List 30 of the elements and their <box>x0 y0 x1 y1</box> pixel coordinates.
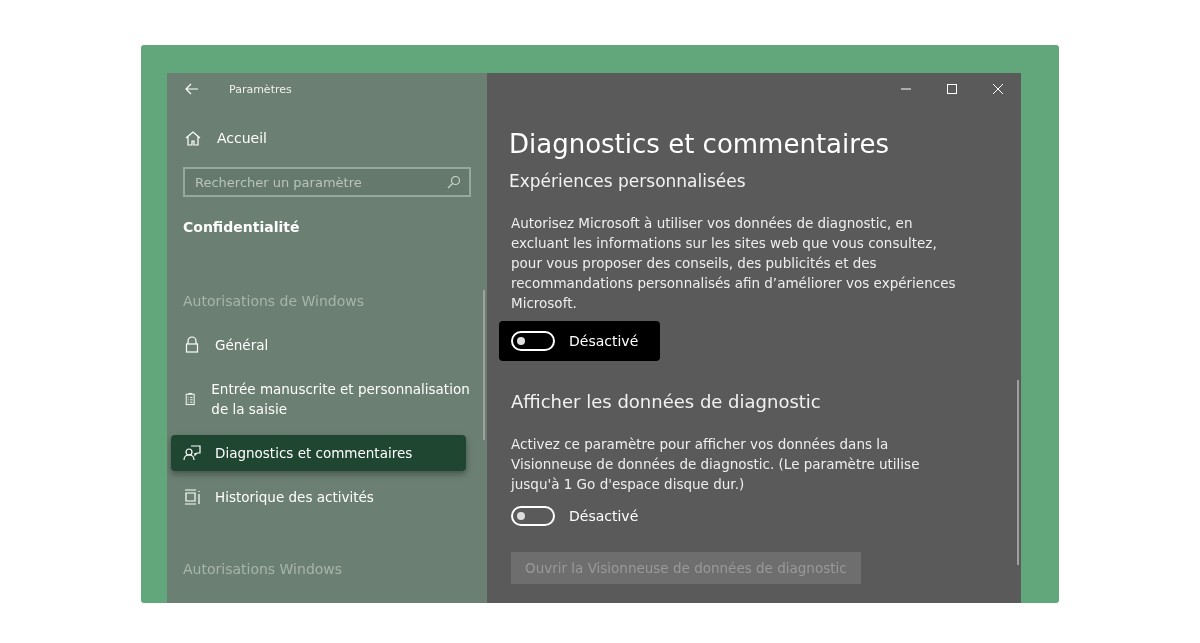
section-heading: Expériences personnalisées <box>509 171 747 191</box>
nav-item[interactable]: Diagnostics et commentaires <box>171 435 466 471</box>
nav-item[interactable]: Entrée manuscrite et personnalisation de la saisie <box>171 371 487 427</box>
maximize-icon[interactable] <box>946 83 958 95</box>
clipboard-icon <box>183 390 198 408</box>
home-link[interactable]: Accueil <box>185 130 267 146</box>
home-icon <box>185 130 201 146</box>
toggle-switch[interactable] <box>511 331 555 351</box>
section-heading: Autorisations de Windows <box>183 293 366 309</box>
timeline-icon <box>183 488 201 506</box>
scrollbar[interactable] <box>1017 380 1019 565</box>
scrollbar[interactable] <box>483 290 485 440</box>
search-icon <box>447 175 461 189</box>
toggle-label: Désactivé <box>569 508 639 524</box>
section-heading: Autorisations Windows <box>183 561 344 577</box>
lock-icon <box>183 336 201 354</box>
description-text: Autorisez Microsoft à utiliser vos données de diagnostic, en excluant les informations sur les sites web que vous consultez, pour vous proposer des conseils, des publicités et des recommandations personnalisés afin d’améliorer vos expériences Microsoft. <box>511 214 957 313</box>
toggle-label: Désactivé <box>569 333 639 349</box>
window-title: Paramètres <box>229 82 292 96</box>
page-title: Diagnostics et commentaires <box>509 129 890 159</box>
description-text: Activez ce paramètre pour afficher vos données dans la Visionneuse de données de diagnostic. (Le paramètre utilise jusqu'à 1 Go d'espace disque dur.) <box>511 435 921 494</box>
back-arrow-icon[interactable] <box>185 83 199 95</box>
nav-item[interactable]: Général <box>171 327 487 363</box>
close-icon[interactable] <box>992 83 1004 95</box>
search-field[interactable]: Rechercher un paramètre <box>183 167 471 197</box>
section-heading: Afficher les données de diagnostic <box>511 391 822 412</box>
category-heading: Confidentialité <box>183 219 301 235</box>
person-speech-icon <box>183 444 201 462</box>
nav-item[interactable]: Historique des activités <box>171 479 487 515</box>
toggle-switch[interactable] <box>511 506 555 526</box>
